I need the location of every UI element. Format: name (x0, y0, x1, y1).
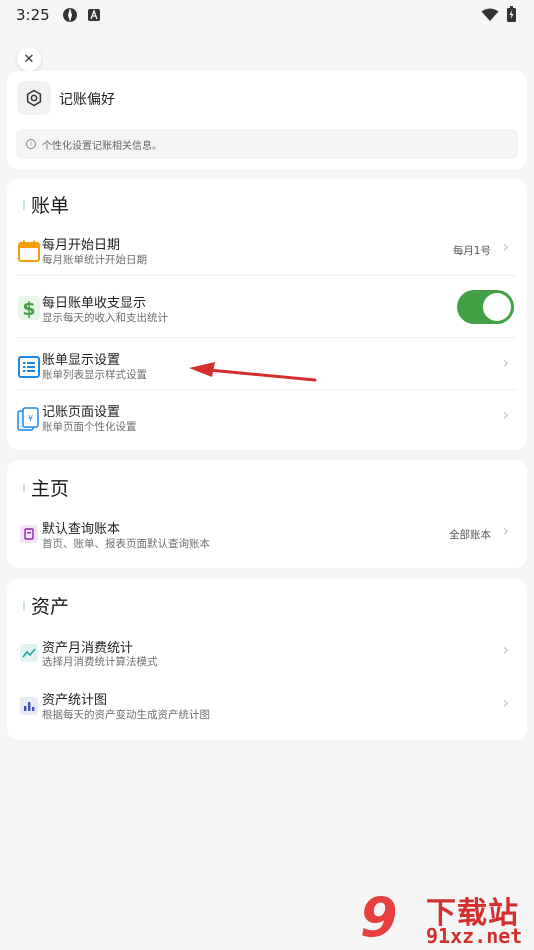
bar-chart-icon (17, 694, 41, 718)
list-icon (17, 355, 41, 379)
bill-row-daily-display[interactable]: $ 每日账单收支显示 显示每天的收入和支出统计 (7, 283, 527, 333)
bill-row-month-start[interactable]: 每月开始日期 每月账单统计开始日期 每月1号 › (7, 231, 527, 275)
svg-text:$: $ (22, 298, 35, 320)
asset-section-title: 资产 (23, 592, 69, 619)
bill-row-subtitle: 账单页面个性化设置 (42, 421, 137, 433)
home-row-default-book[interactable]: 默认查询账本 首页、账单、报表页面默认查询账本 全部账本 › (7, 516, 527, 556)
preferences-info-text: 个性化设置记账相关信息。 (42, 140, 162, 152)
bill-row-subtitle: 账单列表显示样式设置 (42, 369, 147, 381)
daily-display-toggle[interactable] (457, 290, 514, 324)
preferences-card: 记账偏好 i 个性化设置记账相关信息。 (7, 71, 527, 169)
battery-icon (507, 6, 516, 26)
bill-row-title: 每月开始日期 (42, 238, 121, 253)
bill-row-subtitle: 每月账单统计开始日期 (42, 254, 147, 266)
bill-row-title: 记账页面设置 (42, 405, 121, 420)
book-icon (17, 522, 41, 546)
settings-icon (17, 81, 51, 115)
chevron-right-icon: › (502, 521, 509, 540)
vpn-icon (62, 7, 78, 23)
home-row-value: 全部账本 (449, 529, 491, 541)
svg-text:¥: ¥ (28, 414, 33, 423)
home-row-title: 默认查询账本 (42, 522, 121, 537)
bill-section-card: 账单 每月开始日期 每月账单统计开始日期 每月1号 › $ 每日账单收支显示 显… (7, 179, 527, 450)
close-icon: ✕ (23, 51, 35, 67)
watermark-logo: 9 (360, 886, 398, 949)
chevron-right-icon: › (502, 237, 509, 256)
home-section-title: 主页 (23, 474, 69, 501)
asset-row-subtitle: 选择月消费统计算法模式 (42, 656, 158, 668)
notification-a-icon (87, 9, 100, 21)
asset-section-card: 资产 资产月消费统计 选择月消费统计算法模式 › 资产统计图 根据每天的资产变动… (7, 579, 527, 740)
calendar-icon (17, 239, 41, 263)
asset-row-title: 资产统计图 (42, 693, 108, 708)
bill-row-value: 每月1号 (452, 245, 491, 257)
home-section-card: 主页 默认查询账本 首页、账单、报表页面默认查询账本 全部账本 › (7, 460, 527, 568)
trend-line-icon (17, 641, 41, 665)
watermark: 9 下载站 91xz.net (360, 886, 532, 949)
bill-row-title: 账单显示设置 (42, 353, 121, 368)
preferences-info: i 个性化设置记账相关信息。 (16, 129, 518, 159)
asset-row-subtitle: 根据每天的资产变动生成资产统计图 (42, 709, 210, 721)
bill-row-title: 每日账单收支显示 (42, 296, 147, 311)
info-icon: i (26, 139, 36, 149)
receipt-icon: ¥ (17, 407, 41, 431)
wifi-icon (481, 7, 499, 26)
chevron-right-icon: › (502, 405, 509, 424)
dollar-icon: $ (17, 296, 41, 320)
bill-row-page-settings[interactable]: ¥ 记账页面设置 账单页面个性化设置 › (7, 397, 527, 441)
asset-row-monthly-consumption[interactable]: 资产月消费统计 选择月消费统计算法模式 › (7, 635, 527, 675)
chevron-right-icon: › (502, 693, 509, 712)
watermark-url: 91xz.net (426, 924, 523, 948)
annotation-arrow (189, 362, 317, 382)
status-bar: 3:25 (0, 0, 534, 30)
asset-row-statistics-chart[interactable]: 资产统计图 根据每天的资产变动生成资产统计图 › (7, 687, 527, 727)
chevron-right-icon: › (502, 640, 509, 659)
bill-section-title: 账单 (23, 191, 69, 218)
bill-row-subtitle: 显示每天的收入和支出统计 (42, 312, 168, 324)
chevron-right-icon: › (502, 353, 509, 372)
home-row-subtitle: 首页、账单、报表页面默认查询账本 (42, 538, 210, 550)
status-time: 3:25 (16, 6, 50, 24)
preferences-title: 记账偏好 (59, 92, 115, 108)
close-button[interactable]: ✕ (17, 47, 41, 71)
